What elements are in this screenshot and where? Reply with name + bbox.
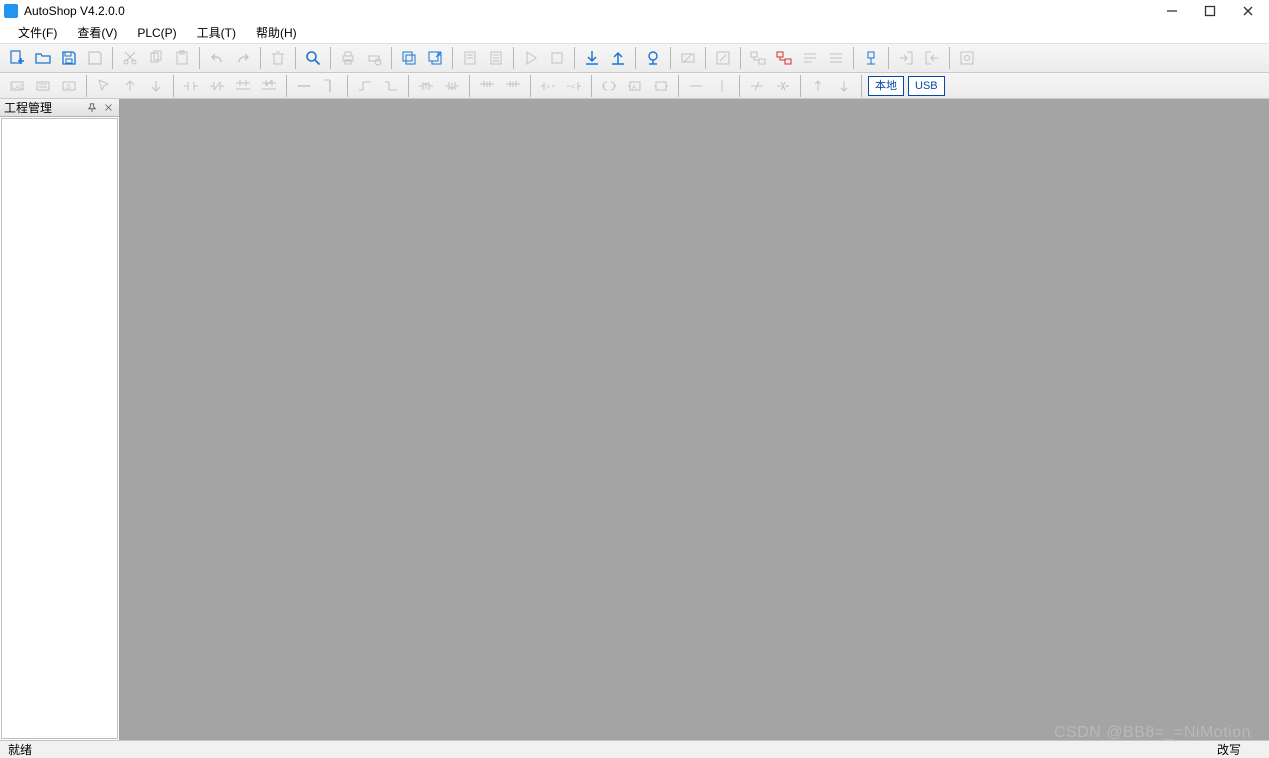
toolbar-main [0, 44, 1269, 73]
cut-button [118, 46, 142, 70]
svg-text:>: > [546, 84, 550, 91]
print-preview-button [362, 46, 386, 70]
monitor-button[interactable] [641, 46, 665, 70]
pulse-fall-button [832, 74, 856, 98]
contact-parallel-button [231, 74, 255, 98]
maximize-button[interactable] [1203, 4, 1217, 18]
login-button [894, 46, 918, 70]
delete-button [266, 46, 290, 70]
print-button [336, 46, 360, 70]
function-block-button [649, 74, 673, 98]
select-tool-button [92, 74, 116, 98]
project-panel: 工程管理 [0, 99, 120, 740]
status-right: 改写 [1217, 741, 1241, 758]
contact-no-button [179, 74, 203, 98]
project-panel-title: 工程管理 [4, 99, 52, 116]
delete-hline-button [684, 74, 708, 98]
status-left: 就绪 [8, 741, 32, 758]
save-all-button [83, 46, 107, 70]
new-project-button[interactable] [5, 46, 29, 70]
parallel-falling-button [501, 74, 525, 98]
format-button [798, 46, 822, 70]
conn-local-button[interactable]: 本地 [868, 76, 904, 96]
menu-bar: 文件(F) 查看(V) PLC(P) 工具(T) 帮助(H) [0, 22, 1269, 44]
edit-online-button [711, 46, 735, 70]
redo-button [231, 46, 255, 70]
app-instruction-button: A [623, 74, 647, 98]
conn-usb-button[interactable]: USB [908, 76, 945, 96]
copy-button [144, 46, 168, 70]
find-button[interactable] [301, 46, 325, 70]
clear-plc-button[interactable] [772, 46, 796, 70]
title-bar: AutoShop V4.2.0.0 [0, 0, 1269, 22]
parallel-rising-button [475, 74, 499, 98]
close-panel-icon[interactable] [101, 101, 115, 115]
st-mode-button: S [57, 74, 81, 98]
menu-plc[interactable]: PLC(P) [127, 24, 186, 42]
contact-falling-button [440, 74, 464, 98]
compile-all-button [484, 46, 508, 70]
contact-nc-button [205, 74, 229, 98]
branch-up-button [353, 74, 377, 98]
menu-view[interactable]: 查看(V) [67, 22, 127, 43]
close-button[interactable] [1241, 4, 1255, 18]
window-tile-button[interactable] [423, 46, 447, 70]
contact-rising-button [414, 74, 438, 98]
upload-button[interactable] [606, 46, 630, 70]
logout-button [920, 46, 944, 70]
comm-settings-button[interactable] [859, 46, 883, 70]
not-button [745, 74, 769, 98]
svg-text:A: A [632, 85, 636, 91]
compare-open-button: > [536, 74, 560, 98]
svg-text:LAD: LAD [12, 85, 24, 91]
options-button [955, 46, 979, 70]
save-button[interactable] [57, 46, 81, 70]
menu-tools[interactable]: 工具(T) [187, 22, 246, 43]
run-button [519, 46, 543, 70]
download-button[interactable] [580, 46, 604, 70]
project-tree[interactable] [1, 118, 118, 739]
lad-mode-button: LAD [5, 74, 29, 98]
minimize-button[interactable] [1165, 4, 1179, 18]
up-step-button [118, 74, 142, 98]
hline-button [292, 74, 316, 98]
window-title: AutoShop V4.2.0.0 [24, 4, 125, 18]
editor-canvas[interactable] [120, 99, 1269, 740]
workspace: 工程管理 [0, 99, 1269, 740]
stop-button [545, 46, 569, 70]
il-mode-button [31, 74, 55, 98]
svg-text:<: < [571, 84, 575, 91]
coil-button [597, 74, 621, 98]
svg-text:S: S [66, 84, 71, 91]
compile-plc-button [458, 46, 482, 70]
vline-button [318, 74, 342, 98]
compare-close-button: < [562, 74, 586, 98]
app-icon [4, 4, 18, 18]
menu-file[interactable]: 文件(F) [8, 22, 67, 43]
menu-help[interactable]: 帮助(H) [246, 22, 307, 43]
network-config-button [746, 46, 770, 70]
toggle-watch-button [676, 46, 700, 70]
undo-button [205, 46, 229, 70]
pulse-rise-button [806, 74, 830, 98]
open-button[interactable] [31, 46, 55, 70]
paste-button [170, 46, 194, 70]
invert-coil-button [771, 74, 795, 98]
contact-parallel-nc-button [257, 74, 281, 98]
toolbar-ladder: LAD S > < A [0, 73, 1269, 99]
format-all-button [824, 46, 848, 70]
project-panel-header: 工程管理 [0, 99, 119, 117]
branch-down-button [379, 74, 403, 98]
pin-icon[interactable] [85, 101, 99, 115]
delete-vline-button [710, 74, 734, 98]
status-bar: 就绪 改写 [0, 740, 1269, 758]
window-cascade-button[interactable] [397, 46, 421, 70]
down-step-button [144, 74, 168, 98]
